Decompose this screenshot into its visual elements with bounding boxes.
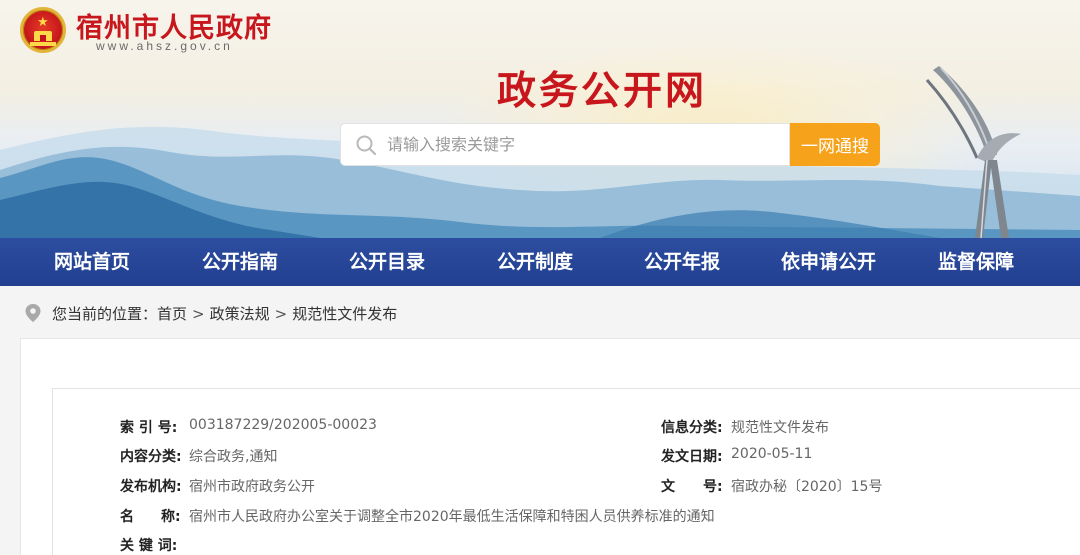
breadcrumb-current[interactable]: 规范性文件发布 [292,305,397,323]
document-title-value: 宿州市人民政府办公室关于调整全市2020年最低生活保障和特困人员供养标准的通知 [189,509,715,525]
search-button[interactable]: 一网通搜 [790,123,880,166]
index-value: 003187229/202005-00023 [189,417,377,433]
nav-item-supervision[interactable]: 监督保障 [938,238,1014,286]
doc-number-label-prefix: 文 [661,479,675,495]
doc-number-label-suffix: 号: [703,479,723,495]
category-value: 规范性文件发布 [731,420,829,436]
breadcrumb-separator: > [192,305,205,323]
content-type-label: 内容分类: [120,449,182,465]
nav-item-system[interactable]: 公开制度 [497,238,573,286]
breadcrumb-home[interactable]: 首页 [157,305,187,323]
breadcrumb-separator: > [274,305,288,323]
document-info-box [52,388,1080,555]
breadcrumb-prefix: 您当前的位置： [52,305,158,323]
sculpture-landmark [925,66,1021,238]
nav-item-guide[interactable]: 公开指南 [202,238,278,286]
search-icon [356,135,377,156]
date-value: 2020-05-11 [731,446,813,462]
index-label: 索 引 号: [120,420,178,436]
header-banner: ★ 宿州市人民政府 www.ahsz.gov.cn 政务公开网 一网通搜 [0,0,1080,238]
national-emblem-logo[interactable]: ★ [20,7,66,53]
site-url: www.ahsz.gov.cn [96,39,233,53]
main-nav: 网站首页 公开指南 公开目录 公开制度 公开年报 依申请公开 监督保障 [0,238,1080,286]
search-box [340,123,790,166]
nav-item-apply[interactable]: 依申请公开 [781,238,876,286]
nav-item-annual-report[interactable]: 公开年报 [644,238,720,286]
date-label: 发文日期: [661,449,723,465]
breadcrumb: 您当前的位置：首页 > 政策法规 > 规范性文件发布 [0,286,1080,338]
keywords-label: 关 键 词: [120,538,178,554]
breadcrumb-policy[interactable]: 政策法规 [210,305,270,323]
title-label-prefix: 名 [120,509,134,525]
doc-number-value: 宿政办秘〔2020〕15号 [731,479,883,495]
search-input[interactable] [387,124,783,165]
portal-title: 政务公开网 [497,68,708,114]
title-label-suffix: 称: [161,509,181,525]
publisher-value: 宿州市政府政务公开 [189,479,315,495]
nav-item-catalog[interactable]: 公开目录 [349,238,425,286]
category-label: 信息分类: [661,420,723,436]
content-type-value: 综合政务,通知 [189,449,278,465]
publisher-label: 发布机构: [120,479,182,495]
location-pin-icon [25,304,41,322]
nav-item-home[interactable]: 网站首页 [54,238,130,286]
